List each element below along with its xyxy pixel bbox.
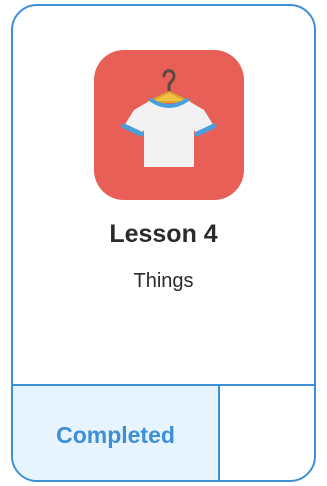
lesson-icon-tile — [94, 50, 244, 200]
lesson-subtitle: Things — [133, 270, 194, 292]
completed-status-button[interactable]: Completed — [13, 386, 220, 480]
lesson-title: Lesson 4 — [109, 220, 218, 248]
tshirt-on-hanger-icon — [121, 69, 217, 167]
status-label: Completed — [56, 421, 175, 448]
lesson-status-row: Completed — [13, 384, 314, 480]
lesson-card[interactable]: Lesson 4 Things Completed — [11, 4, 316, 482]
empty-cell — [220, 386, 314, 480]
